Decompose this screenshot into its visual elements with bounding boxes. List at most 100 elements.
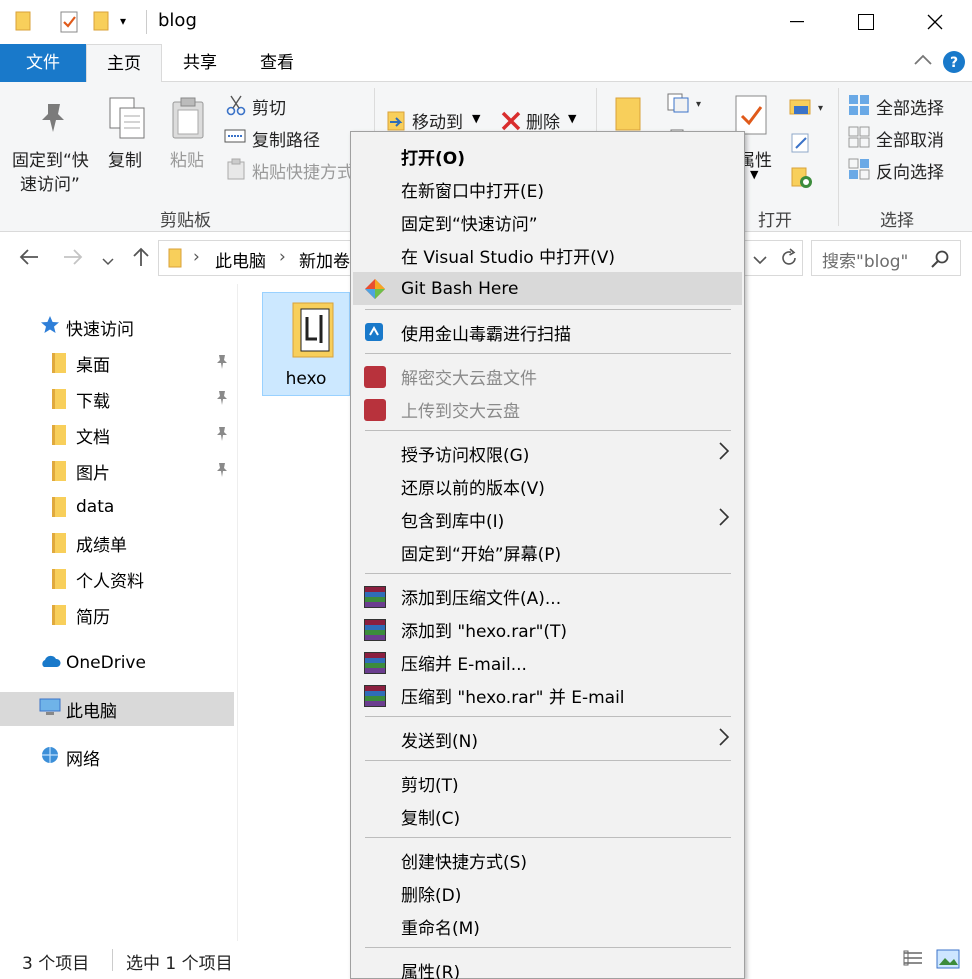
menu-item-label: 还原以前的版本(V) <box>401 479 545 499</box>
menu-item-rename[interactable]: 重命名(M) <box>353 910 742 943</box>
edit-icon[interactable] <box>790 132 812 159</box>
copy-button[interactable]: 复制 <box>108 146 142 171</box>
nav-item-personal[interactable]: 个人资料 <box>0 562 234 596</box>
nav-network[interactable]: 网络 <box>0 740 234 774</box>
menu-item-label: 压缩到 "hexo.rar" 并 E-mail <box>401 688 625 708</box>
menu-item-restore-versions[interactable]: 还原以前的版本(V) <box>353 470 742 503</box>
nav-this-pc[interactable]: 此电脑 <box>0 692 234 726</box>
nav-this-pc-label: 此电脑 <box>66 701 117 722</box>
forward-arrow-icon[interactable] <box>62 246 84 273</box>
properties-quick-icon[interactable] <box>58 10 80 39</box>
large-icons-view-icon[interactable] <box>936 949 960 974</box>
pin-icon[interactable] <box>214 354 228 375</box>
menu-item-add-hexo-rar[interactable]: 添加到 "hexo.rar"(T) <box>353 613 742 646</box>
menu-item-open-new-window[interactable]: 在新窗口中打开(E) <box>353 173 742 206</box>
tab-view[interactable]: 查看 <box>238 44 316 82</box>
properties-dropdown-icon[interactable]: ▼ <box>750 168 758 181</box>
invert-selection-button[interactable]: 反向选择 <box>876 158 944 183</box>
up-arrow-icon[interactable] <box>130 246 152 273</box>
tab-home[interactable]: 主页 <box>86 44 162 83</box>
close-button[interactable] <box>900 0 970 44</box>
menu-item-pin-start[interactable]: 固定到“开始”屏幕(P) <box>353 536 742 569</box>
desktop-folder-icon <box>52 353 66 373</box>
menu-item-send-to[interactable]: 发送到(N) <box>353 723 742 756</box>
customize-quick-access-icon[interactable]: ▾ <box>120 14 126 28</box>
move-to-button[interactable]: 移动到 <box>412 108 463 133</box>
menu-item-add-archive[interactable]: 添加到压缩文件(A)... <box>353 580 742 613</box>
pin-quick-access-label-2[interactable]: 速访问” <box>20 170 80 195</box>
menu-item-copy[interactable]: 复制(C) <box>353 800 742 833</box>
item-count: 3 个项目 <box>22 954 90 974</box>
select-all-button[interactable]: 全部选择 <box>876 94 944 119</box>
star-icon <box>40 315 60 340</box>
menu-item-label: 上传到交大云盘 <box>401 402 520 422</box>
search-input[interactable]: 搜索"blog" <box>811 240 961 276</box>
pin-icon[interactable] <box>214 390 228 411</box>
menu-item-include-library[interactable]: 包含到库中(I) <box>353 503 742 536</box>
menu-item-create-shortcut[interactable]: 创建快捷方式(S) <box>353 844 742 877</box>
menu-item-pin-quick-access[interactable]: 固定到“快速访问” <box>353 206 742 239</box>
breadcrumb-this-pc[interactable]: 此电脑 <box>215 247 266 272</box>
nav-item-desktop[interactable]: 桌面 <box>0 346 234 380</box>
address-dropdown-icon[interactable] <box>753 251 767 271</box>
pin-icon[interactable] <box>214 426 228 447</box>
collapse-ribbon-icon[interactable] <box>912 52 934 73</box>
open-icon[interactable]: ▾ <box>788 96 828 123</box>
back-arrow-icon[interactable] <box>18 246 40 273</box>
menu-item-label: 剪切(T) <box>401 776 459 796</box>
menu-item-delete[interactable]: 删除(D) <box>353 877 742 910</box>
maximize-button[interactable] <box>831 0 901 44</box>
history-icon[interactable] <box>790 166 814 195</box>
downloads-folder-icon <box>52 389 66 409</box>
menu-item-kingsoft-scan[interactable]: 使用金山毒霸进行扫描 <box>353 316 742 349</box>
select-none-button[interactable]: 全部取消 <box>876 126 944 151</box>
nav-quick-access[interactable]: 快速访问 <box>0 310 234 344</box>
pin-quick-access-label-1[interactable]: 固定到“快 <box>12 146 89 171</box>
nav-item-downloads[interactable]: 下载 <box>0 382 234 416</box>
breadcrumb-volume[interactable]: 新加卷 <box>299 247 350 272</box>
nav-item-resume[interactable]: 简历 <box>0 598 234 632</box>
nav-item-data[interactable]: data <box>0 490 234 524</box>
nav-item-label: data <box>76 497 115 517</box>
menu-item-git-bash[interactable]: Git Bash Here <box>353 272 742 305</box>
nav-item-pictures[interactable]: 图片 <box>0 454 234 488</box>
tab-file[interactable]: 文件 <box>0 44 86 82</box>
menu-item-open[interactable]: 打开(O) <box>353 140 742 173</box>
menu-item-label: 使用金山毒霸进行扫描 <box>401 325 571 345</box>
clipboard-group-label: 剪贴板 <box>160 211 211 231</box>
menu-item-cut[interactable]: 剪切(T) <box>353 767 742 800</box>
menu-item-open-visual-studio[interactable]: 在 Visual Studio 中打开(V) <box>353 239 742 272</box>
delete-button[interactable]: 删除 <box>526 108 560 133</box>
menu-item-label: 添加到压缩文件(A)... <box>401 589 562 609</box>
new-folder-quick-icon[interactable] <box>92 10 112 37</box>
open-group-label: 打开 <box>758 211 792 231</box>
menu-separator <box>365 760 731 761</box>
menu-item-properties[interactable]: 属性(R) <box>353 954 742 979</box>
minimize-button[interactable] <box>762 0 832 44</box>
submenu-arrow-icon <box>718 727 730 752</box>
nav-onedrive[interactable]: OneDrive <box>0 646 234 680</box>
menu-item-upload-cloud[interactable]: 上传到交大云盘 <box>353 393 742 426</box>
pin-icon[interactable] <box>214 462 228 483</box>
file-item-hexo[interactable]: hexo <box>262 292 350 396</box>
documents-folder-icon <box>52 425 66 445</box>
recent-locations-icon[interactable] <box>102 252 114 272</box>
cut-button[interactable]: 剪切 <box>252 94 286 119</box>
move-to-dropdown-icon[interactable]: ▼ <box>472 112 480 125</box>
menu-item-compress-email[interactable]: 压缩并 E-mail... <box>353 646 742 679</box>
folder-icon <box>14 10 34 37</box>
details-view-icon[interactable] <box>902 949 924 974</box>
paste-shortcut-button[interactable]: 粘贴快捷方式 <box>252 158 354 183</box>
tab-share[interactable]: 共享 <box>162 44 238 82</box>
nav-item-transcript[interactable]: 成绩单 <box>0 526 234 560</box>
nav-item-documents[interactable]: 文档 <box>0 418 234 452</box>
refresh-icon[interactable] <box>779 248 799 273</box>
copy-path-button[interactable]: 复制路径 <box>252 126 320 151</box>
help-icon[interactable]: ? <box>942 50 966 79</box>
menu-separator <box>365 573 731 574</box>
menu-item-decrypt-cloud[interactable]: 解密交大云盘文件 <box>353 360 742 393</box>
paste-button[interactable]: 粘贴 <box>170 146 204 171</box>
delete-dropdown-icon[interactable]: ▼ <box>568 112 576 125</box>
menu-item-grant-access[interactable]: 授予访问权限(G) <box>353 437 742 470</box>
menu-item-compress-hexo-email[interactable]: 压缩到 "hexo.rar" 并 E-mail <box>353 679 742 712</box>
